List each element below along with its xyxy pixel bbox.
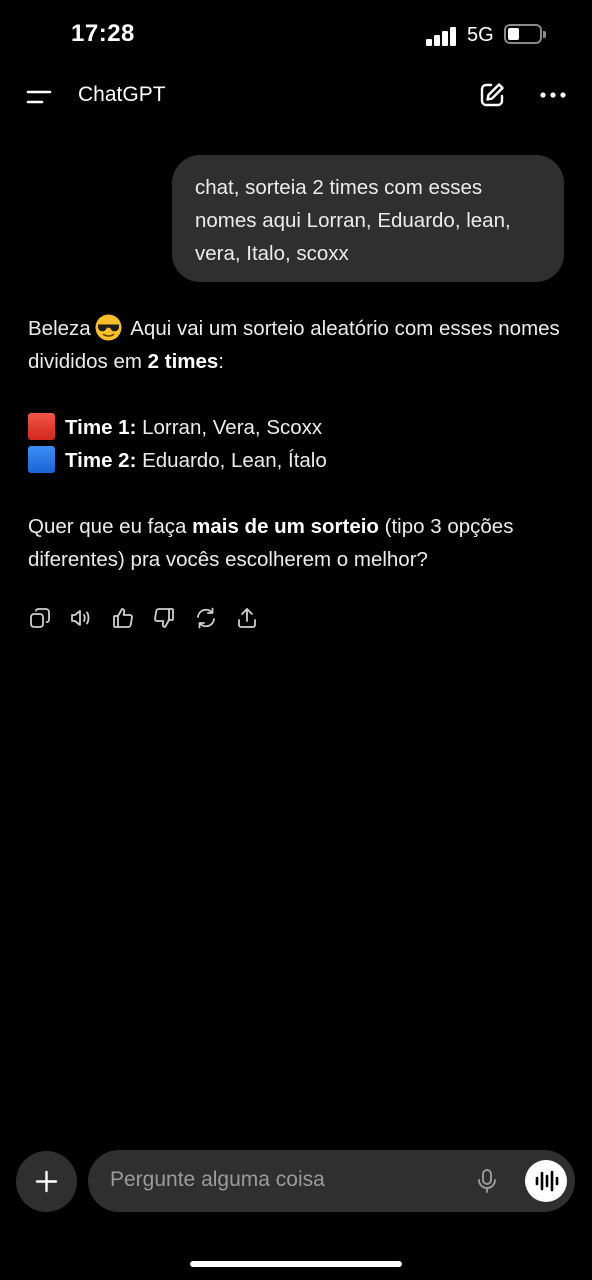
thumbs-up-icon[interactable]	[111, 606, 135, 630]
assistant-message: Beleza Aqui vai um sorteio aleatório com…	[28, 312, 568, 576]
voice-mode-button[interactable]	[525, 1160, 567, 1202]
status-time: 17:28	[71, 20, 135, 47]
message-input[interactable]: Pergunte alguma coisa	[88, 1150, 575, 1212]
question-text: Quer que eu faça	[28, 515, 193, 538]
team-1-line: Time 1: Lorran, Vera, Scoxx	[28, 411, 568, 444]
attach-button[interactable]	[16, 1151, 77, 1212]
menu-icon[interactable]	[26, 84, 52, 110]
waveform-icon	[535, 1170, 559, 1192]
more-icon[interactable]	[539, 81, 567, 109]
app-title: ChatGPT	[78, 83, 166, 106]
new-chat-icon[interactable]	[478, 81, 506, 109]
sunglasses-emoji-icon	[95, 314, 122, 341]
team-1-label: Time 1:	[65, 416, 137, 439]
composer: Pergunte alguma coisa	[0, 1150, 592, 1214]
intro-bold: 2 times	[147, 350, 219, 373]
intro-text: Beleza	[28, 317, 91, 340]
top-bar: ChatGPT	[0, 70, 592, 122]
team-2-members: Eduardo, Lean, Ítalo	[136, 449, 327, 472]
network-type: 5G	[467, 24, 494, 46]
status-bar: 17:28 5G	[0, 0, 592, 70]
thumbs-down-icon[interactable]	[152, 606, 176, 630]
user-message-text: chat, sorteia 2 times com esses nomes aq…	[195, 176, 511, 265]
red-square-icon	[28, 413, 55, 440]
assistant-question: Quer que eu faça mais de um sorteio (tip…	[28, 510, 568, 576]
team-2-label: Time 2:	[65, 449, 137, 472]
blue-square-icon	[28, 446, 55, 473]
team-1-members: Lorran, Vera, Scoxx	[136, 416, 323, 439]
mic-icon[interactable]	[474, 1168, 500, 1194]
home-indicator	[190, 1261, 402, 1267]
question-bold: mais de um sorteio	[192, 515, 379, 538]
plus-icon	[35, 1170, 58, 1193]
signal-icon	[426, 26, 458, 46]
assistant-intro: Beleza Aqui vai um sorteio aleatório com…	[28, 312, 568, 378]
user-message-bubble: chat, sorteia 2 times com esses nomes aq…	[172, 155, 564, 282]
read-aloud-icon[interactable]	[69, 606, 93, 630]
copy-icon[interactable]	[28, 606, 52, 630]
intro-end: :	[218, 350, 224, 373]
share-icon[interactable]	[235, 606, 259, 630]
input-placeholder: Pergunte alguma coisa	[110, 1168, 325, 1191]
team-2-line: Time 2: Eduardo, Lean, Ítalo	[28, 444, 568, 477]
battery-icon	[504, 24, 546, 44]
regenerate-icon[interactable]	[194, 606, 218, 630]
